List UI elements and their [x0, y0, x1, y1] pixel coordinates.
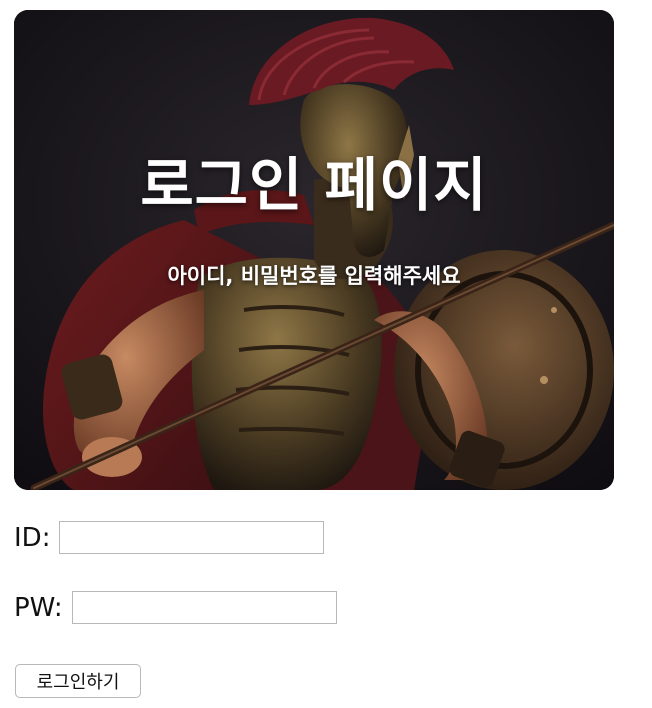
- pw-label: PW:: [14, 592, 63, 623]
- login-button[interactable]: 로그인하기: [15, 664, 141, 698]
- pw-row: PW:: [14, 591, 337, 624]
- hero-background-image: [14, 10, 614, 490]
- id-row: ID:: [14, 521, 325, 554]
- id-label: ID:: [14, 522, 51, 553]
- hero-banner: 로그인 페이지 아이디, 비밀번호를 입력해주세요: [14, 10, 614, 490]
- id-input[interactable]: [59, 521, 325, 554]
- page-subtitle: 아이디, 비밀번호를 입력해주세요: [167, 264, 461, 288]
- pw-input[interactable]: [71, 591, 337, 624]
- page-title: 로그인 페이지: [140, 151, 488, 219]
